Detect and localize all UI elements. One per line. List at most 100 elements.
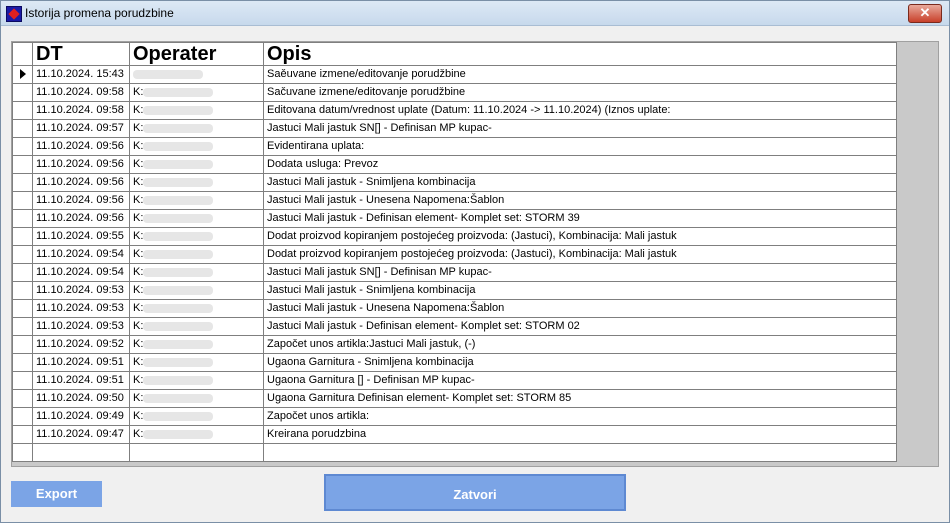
row-selector[interactable] [12, 389, 33, 408]
row-selector[interactable] [12, 371, 33, 390]
title-bar[interactable]: Istorija promena porudzbine ✕ [1, 1, 949, 26]
table-row[interactable]: 11.10.2024. 09:54 K: Jastuci Mali jastuk S… [12, 263, 897, 282]
cell-opis: Sačuvane izmene/editovanje porudžbine [263, 83, 897, 102]
table-row[interactable]: 11.10.2024. 09:56 K: Jastuci Mali jastuk -… [12, 191, 897, 210]
cell-opis: Dodata usluga: Prevoz [263, 155, 897, 174]
empty-cell [263, 443, 897, 462]
empty-row [12, 443, 897, 462]
table-row[interactable]: 11.10.2024. 09:58 K: Sačuvane izmene/edito… [12, 83, 897, 102]
opis-text: Evidentirana uplata: [267, 140, 365, 152]
table-row[interactable]: 11.10.2024. 09:51 K: Ugaona Garnitura - Sn… [12, 353, 897, 372]
table-row[interactable]: 11.10.2024. 09:56 K: Jastuci Mali jastuk -… [12, 173, 897, 192]
cell-dt: 11.10.2024. 09:54 [32, 263, 130, 282]
cell-operater: K: [129, 137, 264, 156]
table-row[interactable]: 11.10.2024. 09:56 K: Jastuci Mali jastuk -… [12, 209, 897, 228]
row-selector[interactable] [12, 425, 33, 444]
table-row[interactable]: 11.10.2024. 09:47 K: Kreirana porudzbina [12, 425, 897, 444]
cell-opis: Jastuci Mali jastuk SN[] - Definisan MP … [263, 119, 897, 138]
cell-dt: 11.10.2024. 15:43 [32, 65, 130, 84]
column-header-operater[interactable]: Operater [129, 42, 264, 66]
redacted-operater-name [143, 321, 214, 331]
opis-text: Kreirana porudzbina [267, 428, 367, 440]
table-row[interactable]: 11.10.2024. 09:54 K: Dodat proizvod kopira… [12, 245, 897, 264]
table-row[interactable]: 11.10.2024. 09:56 K: Evidentirana uplata: [12, 137, 897, 156]
row-selector[interactable] [12, 191, 33, 210]
row-selector[interactable] [12, 281, 33, 300]
cell-dt: 11.10.2024. 09:56 [32, 155, 130, 174]
cell-opis: Jastuci Mali jastuk SN[] - Definisan MP … [263, 263, 897, 282]
cell-opis: Ugaona Garnitura Definisan element- Komp… [263, 389, 897, 408]
operater-text: K: [133, 266, 144, 278]
row-selector[interactable] [12, 227, 33, 246]
history-grid-panel: DT Operater Opis 11.10.2024. 15:43 Saěuva… [11, 41, 939, 467]
cell-dt: 11.10.2024. 09:56 [32, 209, 130, 228]
row-selector[interactable] [12, 299, 33, 318]
row-selector[interactable] [12, 407, 33, 426]
cell-operater: K: [129, 371, 264, 390]
history-grid: DT Operater Opis 11.10.2024. 15:43 Saěuva… [12, 42, 897, 462]
table-row[interactable]: 11.10.2024. 09:53 K: Jastuci Mali jastuk -… [12, 299, 897, 318]
cell-opis: Dodat proizvod kopiranjem postojećeg pro… [263, 227, 897, 246]
operater-text: K: [133, 392, 144, 404]
operater-text: K: [133, 374, 144, 386]
grid-header-row: DT Operater Opis [12, 42, 897, 66]
opis-text: Jastuci Mali jastuk SN[] - Definisan MP … [267, 266, 492, 278]
row-selector[interactable] [12, 209, 33, 228]
table-row[interactable]: 11.10.2024. 09:49 K: Započet unos artikla: [12, 407, 897, 426]
row-selector[interactable] [12, 353, 33, 372]
cell-operater: K: [129, 407, 264, 426]
table-row[interactable]: 11.10.2024. 09:53 K: Jastuci Mali jastuk -… [12, 317, 897, 336]
row-selector[interactable] [12, 173, 33, 192]
cell-dt: 11.10.2024. 09:55 [32, 227, 130, 246]
column-header-opis[interactable]: Opis [263, 42, 897, 66]
row-selector[interactable] [12, 65, 33, 84]
window-close-button[interactable]: ✕ [908, 4, 942, 23]
table-row[interactable]: 11.10.2024. 09:51 K: Ugaona Garnitura [] -… [12, 371, 897, 390]
cell-dt: 11.10.2024. 09:58 [32, 101, 130, 120]
redacted-operater-name [143, 195, 214, 205]
row-selector[interactable] [12, 335, 33, 354]
redacted-operater-name [143, 123, 214, 133]
row-selector[interactable] [12, 245, 33, 264]
opis-text: Sačuvane izmene/editovanje porudžbine [267, 86, 466, 98]
cell-dt: 11.10.2024. 09:51 [32, 371, 130, 390]
cell-operater: K: [129, 191, 264, 210]
row-selector[interactable] [12, 155, 33, 174]
cell-dt: 11.10.2024. 09:53 [32, 281, 130, 300]
cell-opis: Započet unos artikla: [263, 407, 897, 426]
table-row[interactable]: 11.10.2024. 09:55 K: Dodat proizvod kopira… [12, 227, 897, 246]
cell-operater: K: [129, 119, 264, 138]
operater-text: K: [133, 302, 144, 314]
redacted-operater-name [143, 87, 214, 97]
redacted-operater-name [143, 213, 214, 223]
table-row[interactable]: 11.10.2024. 09:52 K: Započet unos artikla:… [12, 335, 897, 354]
table-row[interactable]: 11.10.2024. 09:53 K: Jastuci Mali jastuk -… [12, 281, 897, 300]
row-selector[interactable] [12, 83, 33, 102]
window-title: Istorija promena porudzbine [25, 6, 174, 20]
operater-text: K: [133, 284, 144, 296]
table-row[interactable]: 11.10.2024. 09:58 K: Editovana datum/vredn… [12, 101, 897, 120]
cell-opis: Jastuci Mali jastuk - Snimljena kombinac… [263, 281, 897, 300]
row-selector[interactable] [12, 101, 33, 120]
cell-opis: Započet unos artikla:Jastuci Mali jastuk… [263, 335, 897, 354]
row-selector[interactable] [12, 317, 33, 336]
redacted-operater-name [143, 141, 214, 151]
cell-opis: Evidentirana uplata: [263, 137, 897, 156]
opis-text: Započet unos artikla: [267, 410, 370, 422]
table-row[interactable]: 11.10.2024. 09:56 K: Dodata usluga: Prevoz [12, 155, 897, 174]
cell-dt: 11.10.2024. 09:56 [32, 191, 130, 210]
export-button[interactable]: Export [11, 481, 102, 507]
row-selector[interactable] [12, 263, 33, 282]
opis-text: Dodat proizvod kopiranjem postojećeg pro… [267, 248, 677, 260]
table-row[interactable]: 11.10.2024. 09:50 K: Ugaona Garnitura Defi… [12, 389, 897, 408]
redacted-operater-name [143, 429, 214, 439]
cell-dt: 11.10.2024. 09:57 [32, 119, 130, 138]
redacted-operater-name [143, 393, 214, 403]
column-header-dt[interactable]: DT [32, 42, 130, 66]
table-row[interactable]: 11.10.2024. 15:43 Saěuvane izmene/editova… [12, 65, 897, 84]
opis-text: Jastuci Mali jastuk SN[] - Definisan MP … [267, 122, 492, 134]
close-button[interactable]: Zatvori [324, 474, 626, 511]
table-row[interactable]: 11.10.2024. 09:57 K: Jastuci Mali jastuk S… [12, 119, 897, 138]
row-selector[interactable] [12, 137, 33, 156]
row-selector[interactable] [12, 119, 33, 138]
